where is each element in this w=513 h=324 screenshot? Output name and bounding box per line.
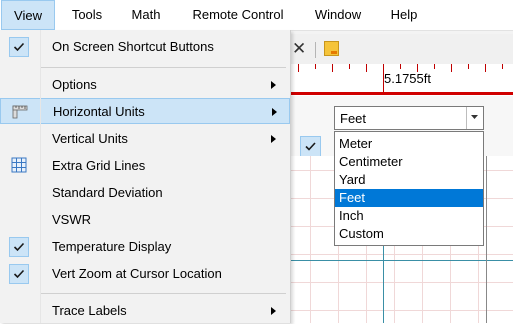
toolbar-separator [315,42,316,58]
unit-option-yard[interactable]: Yard [335,171,483,189]
submenu-arrow-icon [271,307,276,315]
menu-item-options[interactable]: Options [0,72,290,98]
menu-item-label: Options [52,77,97,92]
menu-item-horizontal-units[interactable]: Horizontal Units [0,98,290,124]
unit-option-feet[interactable]: Feet [335,189,483,207]
unit-option-centimeter[interactable]: Centimeter [335,153,483,171]
menu-item-label: Extra Grid Lines [52,158,146,173]
unit-option-custom[interactable]: Custom [335,225,483,243]
menu-item-vswr[interactable]: VSWR [0,207,290,233]
menu-item-label: Horizontal Units [53,104,145,119]
plot-border [486,156,487,323]
checkmark-icon [305,142,316,151]
unit-option-meter[interactable]: Meter [335,135,483,153]
menu-remote-control[interactable]: Remote Control [183,0,293,30]
submenu-arrow-icon [271,135,276,143]
panel-checkbox[interactable] [300,136,321,157]
menu-bar: View Tools Math Remote Control Window He… [0,0,513,31]
menu-math[interactable]: Math [124,0,168,30]
checkmark-icon [9,264,29,284]
menu-item-label: VSWR [52,212,91,227]
menu-item-standard-deviation[interactable]: Standard Deviation [0,180,290,206]
checkmark-icon [9,37,29,57]
menu-item-trace-labels[interactable]: Trace Labels [0,298,290,324]
menu-window[interactable]: Window [308,0,368,30]
menu-item-label: Temperature Display [52,239,172,254]
grid-icon [11,157,27,173]
checkmark-icon [9,237,29,257]
dropdown-button[interactable] [466,107,483,129]
unit-option-inch[interactable]: Inch [335,207,483,225]
ruler-icon [12,105,28,119]
menu-view[interactable]: View [1,0,55,30]
units-option-list: Meter Centimeter Yard Feet Inch Custom [334,131,484,246]
cursor-line-horizontal [290,260,513,261]
submenu-arrow-icon [272,108,277,116]
menu-item-vert-zoom-at-cursor[interactable]: Vert Zoom at Cursor Location [0,261,290,287]
close-icon[interactable]: ✕ [292,40,306,58]
menu-separator [40,67,286,68]
chevron-down-icon [471,115,478,119]
menu-item-on-screen-shortcut-buttons[interactable]: On Screen Shortcut Buttons [0,34,290,60]
ruler-value: 5.1755ft [384,71,431,86]
menu-item-temperature-display[interactable]: Temperature Display [0,234,290,260]
menu-item-label: Vert Zoom at Cursor Location [52,266,222,281]
submenu-arrow-icon [271,81,276,89]
ruler-baseline [290,92,513,95]
menu-item-label: Standard Deviation [52,185,163,200]
menu-gutter-divider [40,30,41,323]
menu-item-label: Trace Labels [52,303,127,318]
menu-help[interactable]: Help [384,0,424,30]
menu-item-extra-grid-lines[interactable]: Extra Grid Lines [0,153,290,179]
menu-item-label: On Screen Shortcut Buttons [52,39,214,54]
horizontal-units-select[interactable]: Feet [334,106,484,130]
menu-tools[interactable]: Tools [64,0,110,30]
menu-item-label: Vertical Units [52,131,128,146]
note-icon[interactable] [324,41,339,56]
selected-unit: Feet [340,111,367,126]
menu-item-vertical-units[interactable]: Vertical Units [0,126,290,152]
view-menu: On Screen Shortcut Buttons Options Horiz… [0,30,291,323]
menu-separator [40,293,286,294]
